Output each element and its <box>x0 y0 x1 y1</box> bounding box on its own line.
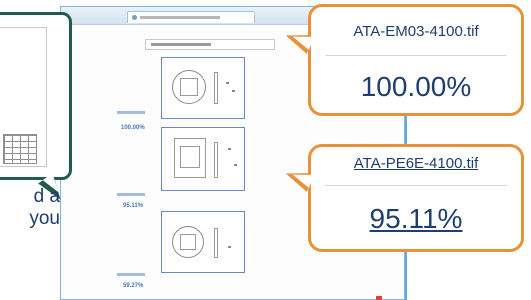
drawing-square <box>180 234 196 250</box>
browser-tab[interactable] <box>127 11 255 23</box>
drawing-side-view <box>214 72 218 104</box>
tab-favicon-icon <box>132 15 137 20</box>
drawing-square <box>180 78 198 96</box>
cursor-marker <box>376 296 382 300</box>
zoom-caption-line-2: you <box>29 208 60 229</box>
result-callout: ATA-PE6E-4100.tif 95.11% <box>308 144 524 252</box>
result-callout: ATA-EM03-4100.tif 100.00% <box>308 4 524 116</box>
thumbnail-label <box>117 193 145 196</box>
thumbnail-similarity: 59.27% <box>123 283 144 289</box>
drawing-side-view <box>214 228 218 258</box>
drawing-thumbnail[interactable] <box>161 211 245 273</box>
callout-divider <box>325 55 507 56</box>
drawing-square <box>180 146 200 168</box>
drawing-mark <box>234 164 237 166</box>
result-file-link[interactable]: ATA-PE6E-4100.tif <box>311 155 521 172</box>
result-similarity: 95.11% <box>369 203 463 234</box>
tab-title <box>140 16 220 19</box>
drawing-thumbnail[interactable] <box>161 127 245 191</box>
drawing-mark <box>228 246 231 248</box>
thumbnail-label <box>117 273 145 276</box>
drawing-mark <box>226 82 229 84</box>
result-file-name: ATA-EM03-4100.tif <box>353 23 479 40</box>
zoom-caption: d a you <box>0 186 60 230</box>
thumbnail-similarity: 100.00% <box>121 125 145 131</box>
title-block-table <box>3 134 37 164</box>
drawing-mark <box>228 148 231 150</box>
drawing-mark <box>232 90 235 92</box>
thumbnail-similarity: 95.11% <box>123 203 144 209</box>
zoom-caption-line-1: d a <box>33 186 60 207</box>
drawing-side-view <box>214 142 218 178</box>
address-bar[interactable] <box>145 39 275 50</box>
drawing-thumbnail[interactable] <box>161 57 245 119</box>
thumbnail-label <box>117 111 145 114</box>
callout-divider <box>325 185 507 186</box>
zoomed-drawing <box>0 27 47 167</box>
result-similarity: 100.00% <box>360 71 472 102</box>
address-text <box>151 43 211 46</box>
zoom-bubble <box>0 12 72 180</box>
